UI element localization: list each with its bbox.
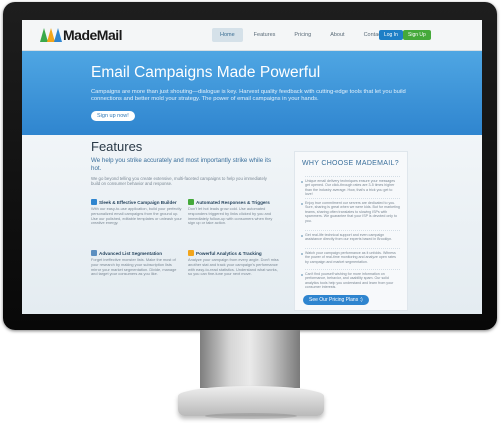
main-nav: Home Features Pricing About Contact bbox=[212, 28, 394, 42]
login-button[interactable]: Log In bbox=[379, 30, 403, 40]
sidebar-item: Watch your campaign performance as it un… bbox=[301, 248, 400, 264]
trigger-icon bbox=[188, 199, 194, 205]
nav-home[interactable]: Home bbox=[212, 28, 243, 42]
features-title: Features bbox=[91, 139, 143, 154]
content-area: Features We help you strike accurately a… bbox=[22, 135, 482, 314]
features-intro: We help you strike accurately and most i… bbox=[91, 157, 272, 172]
feature-title: Automated Responses & Triggers bbox=[196, 199, 270, 205]
top-bar: MadeMail Home Features Pricing About Con… bbox=[22, 20, 482, 51]
hero-banner: Email Campaigns Made Powerful Campaigns … bbox=[22, 51, 482, 135]
feature-list-segmentation: Advanced List Segmentation Forget ineffe… bbox=[91, 250, 183, 277]
sidebar-item: Enjoy true commitment our servers are de… bbox=[301, 198, 400, 223]
feature-body: Don't let hot leads grow cold. Use autom… bbox=[188, 206, 273, 226]
segmentation-icon bbox=[91, 250, 97, 256]
hero-text: Campaigns are more than just shouting—di… bbox=[91, 89, 406, 102]
feature-title: Advanced List Segmentation bbox=[99, 250, 163, 256]
features-description: We go beyond telling you create extensiv… bbox=[91, 176, 267, 187]
monitor-stand bbox=[200, 330, 300, 388]
feature-title: Sleek & Effective Campaign Builder bbox=[99, 199, 177, 205]
feature-analytics: Powerful Analytics & Tracking Analyze yo… bbox=[188, 250, 280, 277]
sidebar-title: WHY CHOOSE MADEMAIL? bbox=[302, 160, 399, 167]
apple-logo-icon bbox=[246, 317, 258, 329]
monitor-frame: MadeMail Home Features Pricing About Con… bbox=[3, 2, 497, 330]
hero-title: Email Campaigns Made Powerful bbox=[91, 64, 321, 81]
sidebar-item: Get real-life technical support and even… bbox=[301, 230, 400, 242]
feature-body: With our easy-to-use application, build … bbox=[91, 206, 182, 226]
feature-auto-responses: Automated Responses & Triggers Don't let… bbox=[188, 199, 280, 226]
sidebar-item: Can't find yourself wishing for more inf… bbox=[301, 269, 400, 290]
brand-logo[interactable]: MadeMail bbox=[40, 27, 123, 43]
sidebar-item: Unique email delivery techniques ensure … bbox=[301, 176, 400, 197]
feature-title: Powerful Analytics & Tracking bbox=[196, 250, 262, 256]
brand-name: MadeMail bbox=[63, 27, 123, 43]
analytics-icon bbox=[188, 250, 194, 256]
feature-campaign-builder: Sleek & Effective Campaign Builder With … bbox=[91, 199, 183, 226]
signup-button[interactable]: Sign Up bbox=[403, 30, 431, 40]
pricing-plans-button[interactable]: See Our Pricing Plans :) bbox=[303, 295, 369, 305]
nav-pricing[interactable]: Pricing bbox=[286, 28, 319, 42]
hero-signup-button[interactable]: Sign up now! bbox=[91, 111, 135, 121]
feature-body: Forget ineffective monster lists. Make t… bbox=[91, 257, 177, 277]
logo-mark-icon bbox=[40, 28, 62, 42]
nav-about[interactable]: About bbox=[322, 28, 352, 42]
why-choose-panel: WHY CHOOSE MADEMAIL? Unique email delive… bbox=[294, 151, 408, 311]
stand-shadow bbox=[205, 413, 297, 419]
feature-body: Analyze your campaign from every angle. … bbox=[188, 257, 279, 277]
builder-icon bbox=[91, 199, 97, 205]
screen: MadeMail Home Features Pricing About Con… bbox=[22, 20, 482, 314]
monitor-base bbox=[178, 386, 324, 416]
nav-features[interactable]: Features bbox=[246, 28, 284, 42]
